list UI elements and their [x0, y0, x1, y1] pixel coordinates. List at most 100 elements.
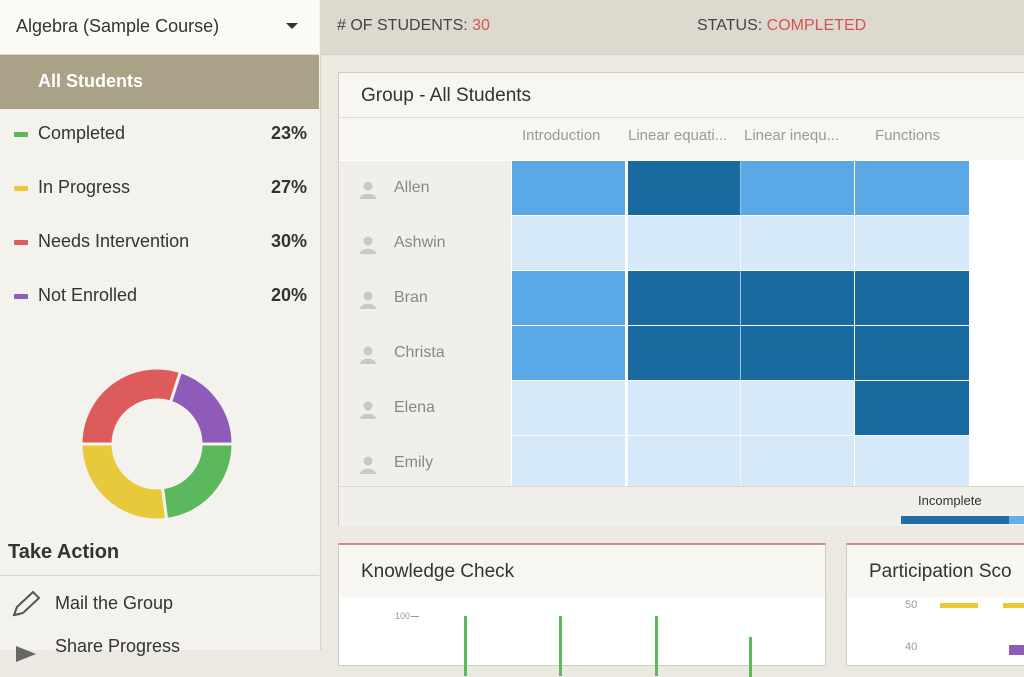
heatmap-legend-label: Incomplete — [918, 493, 982, 508]
course-select[interactable]: Algebra (Sample Course) — [0, 0, 319, 55]
heatmap-cell[interactable] — [855, 161, 969, 215]
kc-tick-label: 100 — [395, 611, 411, 621]
heatmap-cell[interactable] — [512, 326, 625, 380]
heatmap-cell[interactable] — [628, 216, 741, 270]
ps-series-yellow — [940, 603, 978, 608]
legend-label: Completed — [38, 123, 126, 143]
in-progress-swatch — [14, 186, 28, 191]
legend-item-needs-intervention[interactable]: Needs Intervention 30% — [0, 223, 319, 263]
student-name: Christa — [394, 344, 445, 361]
heatmap-cell[interactable] — [628, 381, 741, 435]
person-icon — [360, 346, 376, 364]
heatmap-cell[interactable] — [512, 161, 625, 215]
student-name: Elena — [394, 399, 435, 416]
heatmap-cell[interactable] — [628, 326, 741, 380]
student-row[interactable]: Emily — [339, 436, 511, 492]
heatmap-cell[interactable] — [512, 271, 625, 325]
status-label: STATUS: — [697, 17, 763, 34]
column-header-linear-inequalities[interactable]: Linear inequ... — [744, 127, 856, 144]
heatmap-cell[interactable] — [855, 381, 969, 435]
heatmap-cell[interactable] — [512, 216, 625, 270]
knowledge-check-panel: Knowledge Check 100 — [338, 543, 826, 677]
all-students-item[interactable]: All Students — [0, 55, 319, 109]
student-row[interactable]: Allen — [339, 161, 511, 217]
heatmap-padding — [970, 161, 1024, 486]
participation-title: Participation Sco — [869, 561, 1012, 582]
legend-label: Not Enrolled — [38, 285, 138, 305]
legend-percent: 27% — [270, 177, 307, 197]
pencil-icon — [12, 590, 41, 617]
needs-intervention-swatch — [14, 240, 28, 245]
heatmap-legend-bar — [901, 516, 1009, 524]
ps-tick-label: 50 — [905, 599, 918, 611]
heatmap-cell[interactable] — [512, 381, 625, 435]
heatmap-cell[interactable] — [628, 436, 741, 490]
not-enrolled-swatch — [14, 294, 28, 299]
donut-slice-not-enrolled[interactable] — [168, 369, 234, 446]
status: STATUS: COMPLETED — [697, 17, 866, 35]
student-name: Allen — [394, 179, 430, 196]
column-header-introduction[interactable]: Introduction — [522, 127, 634, 144]
heatmap-cell[interactable] — [628, 161, 741, 215]
person-icon — [360, 291, 376, 309]
share-icon — [16, 646, 36, 662]
participation-header: Participation Sco — [847, 545, 1024, 597]
heatmap-cell[interactable] — [855, 271, 969, 325]
student-count: # OF STUDENTS: 30 — [337, 17, 490, 35]
heatmap-cell[interactable] — [741, 381, 854, 435]
legend-percent: 30% — [270, 231, 307, 251]
top-bar: # OF STUDENTS: 30 STATUS: COMPLETED — [320, 0, 1024, 55]
column-header-linear-equations[interactable]: Linear equati... — [628, 127, 740, 144]
donut-slice-in-progress[interactable] — [80, 442, 169, 521]
legend-label: Needs Intervention — [38, 231, 190, 251]
group-panel-header: Group - All Students — [339, 73, 1024, 118]
heatmap-legend-bar-light — [1009, 516, 1024, 524]
student-row[interactable]: Bran — [339, 271, 511, 327]
heatmap-cell[interactable] — [741, 436, 854, 490]
course-select-label: Algebra (Sample Course) — [16, 16, 220, 36]
student-count-value: 30 — [472, 17, 490, 34]
knowledge-check-title: Knowledge Check — [361, 561, 515, 582]
student-count-label: # OF STUDENTS: — [337, 17, 468, 34]
mail-group-action[interactable]: Mail the Group — [0, 585, 319, 625]
heatmap-gridline — [627, 161, 628, 486]
legend-item-in-progress[interactable]: In Progress 27% — [0, 169, 319, 209]
heatmap-cell[interactable] — [855, 326, 969, 380]
status-donut-chart — [80, 367, 234, 521]
legend-item-not-enrolled[interactable]: Not Enrolled 20% — [0, 277, 319, 317]
heatmap-cell[interactable] — [741, 326, 854, 380]
person-icon — [360, 181, 376, 199]
group-panel-footer: Incomplete — [339, 486, 1024, 526]
status-value: COMPLETED — [766, 17, 867, 34]
person-icon — [360, 236, 376, 254]
group-panel: Group - All Students Introduction Linear… — [338, 72, 1024, 526]
student-row[interactable]: Ashwin — [339, 216, 511, 272]
student-name: Bran — [394, 289, 428, 306]
heatmap-cell[interactable] — [628, 271, 741, 325]
heatmap-cell[interactable] — [741, 161, 854, 215]
student-name: Ashwin — [394, 234, 446, 251]
chevron-down-icon — [286, 23, 298, 29]
student-row[interactable]: Elena — [339, 381, 511, 437]
ps-series-yellow — [1003, 603, 1024, 608]
share-progress-action[interactable]: Share Progress — [0, 628, 319, 668]
heatmap-cell[interactable] — [855, 436, 969, 490]
share-progress-label: Share Progress — [55, 636, 181, 656]
heatmap-cell[interactable] — [741, 216, 854, 270]
heatmap-gridline — [740, 161, 741, 486]
take-action-heading: Take Action — [8, 541, 120, 563]
legend-label: In Progress — [38, 177, 131, 197]
student-row[interactable]: Christa — [339, 326, 511, 382]
heatmap-cell[interactable] — [741, 271, 854, 325]
participation-panel: Participation Sco 50 40 — [846, 543, 1024, 666]
column-header-functions[interactable]: Functions — [875, 127, 987, 144]
kc-bar — [749, 637, 752, 677]
heatmap-cell[interactable] — [855, 216, 969, 270]
student-name: Emily — [394, 454, 434, 471]
legend-item-completed[interactable]: Completed 23% — [0, 115, 319, 155]
kc-tick-mark — [411, 616, 419, 617]
donut-slice-completed[interactable] — [160, 442, 234, 521]
completed-swatch — [14, 132, 28, 137]
donut-slice-needs-intervention[interactable] — [80, 367, 183, 446]
heatmap-cell[interactable] — [512, 436, 625, 490]
